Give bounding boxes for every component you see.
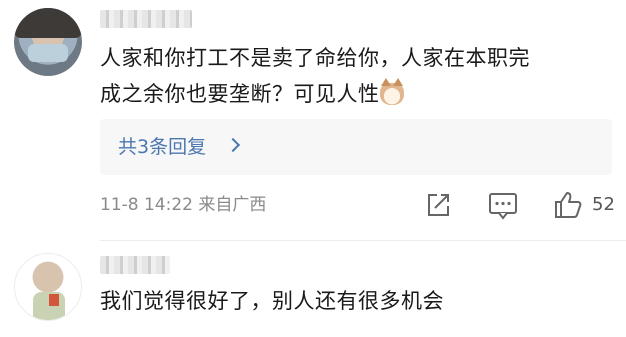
username-blurred[interactable] (100, 10, 192, 28)
comment-meta: 11-8 14:22 来自广西 (100, 195, 267, 215)
comment-text: 我们觉得很好了，别人还有很多机会 (100, 289, 444, 313)
avatar-mask (28, 44, 68, 62)
avatar[interactable] (14, 8, 82, 76)
avatar-hair (14, 8, 82, 38)
comment-text-line-2: 成之余你也要垄断？可见人性 (100, 76, 404, 112)
chevron-right-icon (225, 137, 241, 153)
view-replies-link[interactable]: 共3条回复 (118, 134, 206, 160)
username-blurred[interactable] (100, 256, 170, 274)
comment-text-line-1: 人家和你打工不是卖了命给你，人家在本职完 (100, 46, 530, 70)
avatar[interactable] (14, 253, 82, 321)
cat-emoji-icon (379, 78, 404, 105)
share-icon[interactable] (423, 190, 453, 220)
comment-text-line-2-content: 成之余你也要垄断？可见人性 (100, 82, 380, 106)
like-icon[interactable] (553, 190, 583, 220)
comment-divider (100, 240, 626, 241)
avatar-badge (49, 294, 59, 306)
replies-box[interactable]: 共3条回复 (100, 119, 612, 175)
like-count: 52 (592, 194, 615, 215)
comment-icon[interactable] (487, 190, 519, 220)
